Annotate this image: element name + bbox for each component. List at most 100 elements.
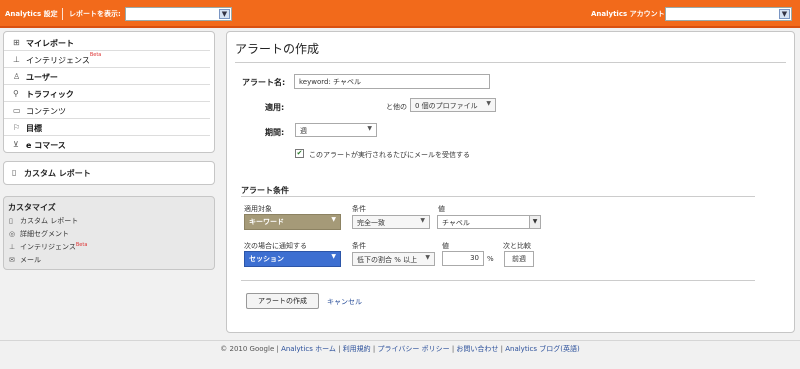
divider — [241, 196, 755, 197]
customize-item-label: インテリジェンス — [20, 243, 76, 251]
chevron-down-icon: ▼ — [219, 9, 230, 19]
value-text: チャベル — [442, 219, 470, 227]
customize-item-label: 詳細セグメント — [20, 230, 69, 238]
beta-badge: Beta — [75, 242, 88, 248]
sidebar-item-label: e コマース — [26, 141, 66, 150]
period-select[interactable]: 週 ▼ — [295, 123, 377, 137]
sidebar-item-my-reports[interactable]: ⊞ マイレポート — [4, 34, 210, 51]
value2-input[interactable]: 30 — [442, 251, 484, 266]
email-checkbox[interactable]: ✔ — [295, 149, 304, 158]
flag-icon: ⚐ — [13, 123, 21, 132]
cancel-link[interactable]: キャンセル — [327, 297, 362, 307]
condition2-label: 条件 — [352, 242, 366, 250]
notify-value: セッション — [249, 255, 284, 263]
customize-title: カスタマイズ — [8, 203, 56, 212]
compare-label: 次と比較 — [503, 242, 531, 250]
sidebar-item-ecommerce[interactable]: ⊻ e コマース — [4, 136, 210, 153]
chevron-down-icon: ▼ — [367, 125, 372, 132]
footer-link-terms[interactable]: 利用規約 — [343, 345, 371, 353]
period-value: 週 — [300, 127, 307, 135]
customize-item-label: メール — [20, 256, 41, 264]
sidebar-item-label: 目標 — [26, 124, 42, 133]
customize-panel: カスタマイズ ▯ カスタム レポート ◎ 詳細セグメント ⊥ インテリジェンスBeta… — [3, 196, 215, 270]
apply-suffix: と他の — [386, 103, 407, 111]
traffic-icon: ⚲ — [13, 89, 19, 98]
period-label: 期間: — [265, 128, 285, 137]
top-bar: Analytics 設定 レポートを表示: ▼ Analytics アカウント:… — [0, 0, 800, 28]
footer-divider — [0, 340, 800, 341]
report-icon: ▯ — [12, 168, 17, 177]
divider — [235, 62, 786, 63]
chart-icon: ⊥ — [13, 55, 20, 64]
create-alert-button[interactable]: アラートの作成 — [246, 293, 319, 309]
sidebar-item-label: ユーザー — [26, 73, 58, 82]
customize-item-custom-reports[interactable]: ▯ カスタム レポート — [9, 216, 78, 226]
report-profile-select[interactable]: ▼ — [125, 7, 232, 21]
custom-reports-panel[interactable]: ▯ カスタム レポート — [3, 161, 215, 185]
page-title: アラートの作成 — [235, 42, 320, 56]
sidebar-item-goals[interactable]: ⚐ 目標 — [4, 119, 210, 136]
alert-name-input[interactable]: keyword: チャベル — [294, 74, 490, 89]
sidebar-item-users[interactable]: ♙ ユーザー — [4, 68, 210, 85]
chevron-down-icon: ▼ — [331, 216, 336, 223]
target-value: キーワード — [249, 218, 284, 226]
alert-name-label: アラート名: — [242, 78, 286, 87]
sidebar-item-label: インテリジェンス Beta — [26, 52, 101, 66]
value-label: 値 — [438, 205, 445, 213]
mail-icon: ✉ — [9, 256, 15, 264]
notify-label: 次の場合に通知する — [244, 242, 307, 250]
profiles-select[interactable]: 0 個のプロファイル ▼ — [410, 98, 496, 112]
value2-label: 値 — [442, 242, 449, 250]
report-icon: ▯ — [9, 217, 13, 225]
chevron-down-icon: ▼ — [331, 253, 336, 260]
dashboard-icon: ⊞ — [13, 38, 20, 47]
condition-label: 条件 — [352, 205, 366, 213]
customize-item-email[interactable]: ✉ メール — [9, 255, 41, 265]
value-combobox[interactable]: チャベル ▼ — [437, 215, 541, 229]
chevron-down-icon: ▼ — [425, 254, 430, 261]
sidebar-item-label: コンテンツ — [26, 107, 66, 116]
chevron-down-icon[interactable]: ▼ — [529, 216, 540, 228]
target-select[interactable]: キーワード ▼ — [244, 214, 341, 230]
footer-link-contact[interactable]: お問い合わせ — [456, 345, 498, 353]
segment-icon: ◎ — [9, 230, 16, 238]
chevron-down-icon: ▼ — [420, 217, 425, 224]
copyright-text: © 2010 Google — [220, 345, 275, 353]
sidebar-item-traffic[interactable]: ⚲ トラフィック — [4, 85, 210, 102]
chevron-down-icon: ▼ — [779, 9, 790, 19]
sidebar-item-intelligence[interactable]: ⊥ インテリジェンス Beta — [4, 51, 210, 68]
target-label: 適用対象 — [244, 205, 272, 213]
profiles-value: 0 個のプロファイル — [415, 102, 478, 110]
notify-select[interactable]: セッション ▼ — [244, 251, 341, 267]
condition-value: 完全一致 — [357, 219, 385, 227]
document-icon: ▭ — [13, 106, 21, 115]
customize-item-intelligence[interactable]: ⊥ インテリジェンスBeta — [9, 242, 87, 252]
sidebar-nav: ⊞ マイレポート ⊥ インテリジェンス Beta ♙ ユーザー ⚲ トラフィック … — [3, 31, 215, 153]
condition2-select[interactable]: 低下の割合 % 以上 ▼ — [352, 252, 435, 266]
beta-badge: Beta — [89, 52, 102, 58]
sidebar-item-label-text: インテリジェンス — [26, 56, 90, 65]
sidebar-item-content[interactable]: ▭ コンテンツ — [4, 102, 210, 119]
customize-item-label: カスタム レポート — [20, 217, 79, 225]
account-select[interactable]: ▼ — [665, 7, 792, 21]
sidebar-item-label: マイレポート — [26, 39, 74, 48]
footer-link-blog[interactable]: Analytics ブログ(英語) — [505, 345, 579, 353]
cart-icon: ⊻ — [13, 140, 19, 149]
analytics-settings-link[interactable]: Analytics 設定 — [5, 9, 58, 19]
chart-icon: ⊥ — [9, 243, 16, 251]
apply-label: 適用: — [265, 103, 285, 112]
sidebar-item-label: トラフィック — [26, 90, 74, 99]
divider — [241, 280, 755, 281]
condition-select[interactable]: 完全一致 ▼ — [352, 215, 430, 229]
condition2-value: 低下の割合 % 以上 — [357, 256, 418, 264]
account-label: Analytics アカウント: — [591, 10, 668, 18]
compare-select[interactable]: 前週 — [504, 251, 534, 267]
customize-item-segments[interactable]: ◎ 詳細セグメント — [9, 229, 69, 239]
footer-link-privacy[interactable]: プライバシー ポリシー — [378, 345, 450, 353]
chevron-down-icon: ▼ — [486, 100, 491, 107]
email-checkbox-label: このアラートが実行されるたびにメールを受信する — [309, 151, 470, 159]
conditions-title: アラート条件 — [241, 186, 289, 195]
footer-link-home[interactable]: Analytics ホーム — [281, 345, 336, 353]
custom-reports-link[interactable]: カスタム レポート — [24, 168, 91, 179]
view-reports-label: レポートを表示: — [69, 10, 121, 18]
